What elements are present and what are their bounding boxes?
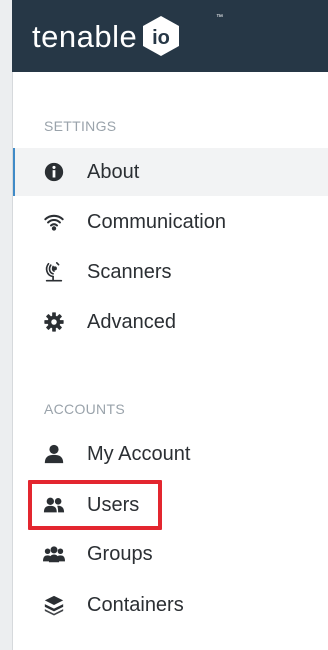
- app-header: tenable io ™: [12, 0, 328, 72]
- sidebar-item-scanners[interactable]: Scanners: [13, 248, 328, 296]
- gear-icon: [41, 309, 67, 335]
- users-highlight-box: [28, 480, 162, 530]
- user-icon: [41, 441, 67, 467]
- sidebar-item-label: Advanced: [87, 310, 176, 333]
- radar-icon: [41, 259, 67, 285]
- wifi-icon: [41, 209, 67, 235]
- logo-suffix: io: [152, 27, 170, 49]
- sidebar-item-containers[interactable]: Containers: [13, 581, 328, 629]
- sidebar-item-label: Containers: [87, 593, 184, 616]
- sidebar-item-groups[interactable]: Groups: [13, 530, 328, 578]
- sidebar-item-about[interactable]: About: [13, 148, 328, 196]
- sidebar-item-advanced[interactable]: Advanced: [13, 298, 328, 346]
- sidebar-item-label: About: [87, 160, 140, 183]
- sidebar-item-label: Groups: [87, 542, 153, 565]
- sidebar-item-my-account[interactable]: My Account: [13, 430, 328, 478]
- sidebar-item-label: Scanners: [87, 260, 172, 283]
- sidebar-item-label: My Account: [87, 442, 191, 465]
- info-icon: [41, 159, 67, 185]
- groups-icon: [41, 541, 67, 567]
- sidebar-item-communication[interactable]: Communication: [13, 198, 328, 246]
- sidebar-item-label: Communication: [87, 210, 226, 233]
- containers-icon: [41, 592, 67, 618]
- logo-text: tenable: [32, 18, 138, 54]
- accounts-section-title: ACCOUNTS: [44, 401, 125, 417]
- logo-hexagon-icon: io: [139, 14, 183, 58]
- logo-trademark: ™: [216, 14, 223, 21]
- tenable-logo[interactable]: tenable io: [32, 16, 183, 56]
- settings-section-title: SETTINGS: [44, 118, 117, 134]
